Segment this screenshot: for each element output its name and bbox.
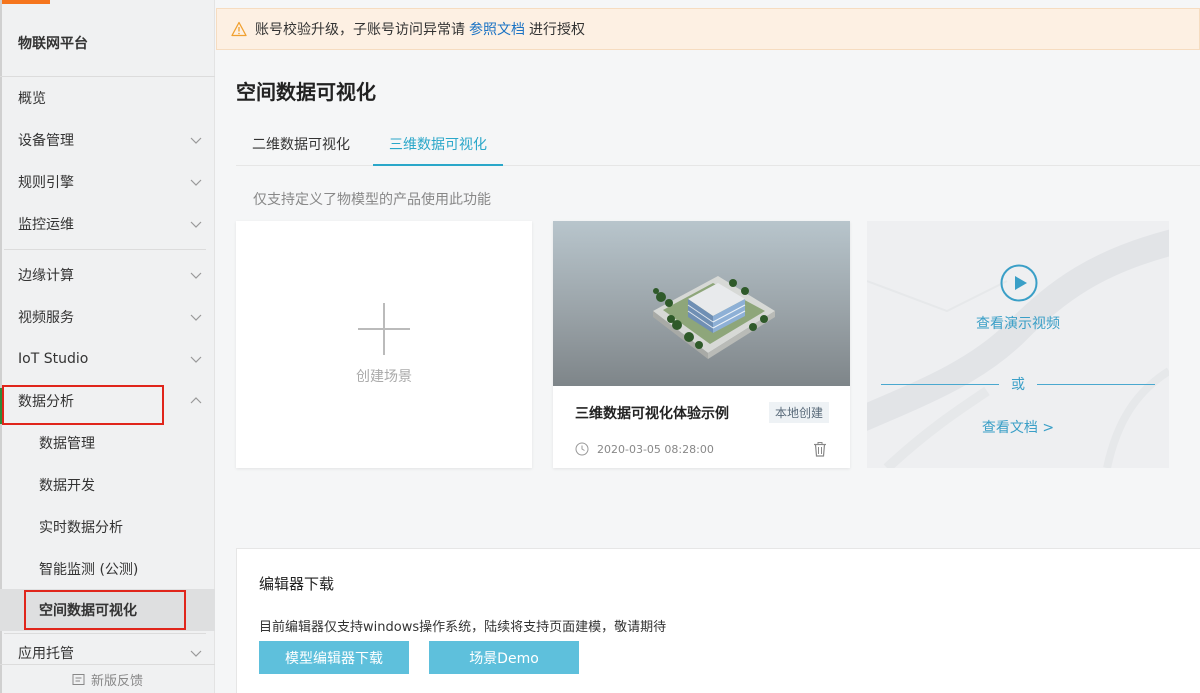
view-docs-link[interactable]: 查看文档 > xyxy=(867,417,1169,437)
scene-thumbnail[interactable] xyxy=(553,221,850,386)
plus-icon xyxy=(358,303,410,355)
sidebar-subitem-label: 数据管理 xyxy=(39,436,95,452)
download-editor-button[interactable]: 模型编辑器下载 xyxy=(259,641,409,674)
page-title: 空间数据可视化 xyxy=(236,80,376,104)
sidebar-item-monitoring[interactable]: 监控运维 xyxy=(0,203,215,245)
clock-icon xyxy=(575,442,589,456)
chevron-down-icon xyxy=(190,272,202,279)
scene-timestamp: 2020-03-05 08:28:00 xyxy=(575,442,714,456)
sidebar: 物联网平台 概览 设备管理 规则引擎 监控运维 边缘计算 视频服务 IoT St… xyxy=(0,0,215,693)
view-demo-video-link[interactable]: 查看演示视频 xyxy=(867,313,1169,333)
feedback-button[interactable]: 新版反馈 xyxy=(0,664,215,693)
sidebar-subitem-label: 空间数据可视化 xyxy=(39,603,137,619)
scene-card[interactable]: 三维数据可视化体验示例 本地创建 2020-03-05 08:28:00 xyxy=(553,221,850,468)
trash-icon[interactable] xyxy=(812,441,828,457)
divider xyxy=(4,249,206,250)
building-model-image xyxy=(653,276,775,359)
notice-text-after: 进行授权 xyxy=(529,22,585,38)
sidebar-item-rule-engine[interactable]: 规则引擎 xyxy=(0,161,215,203)
sidebar-item-label: 边缘计算 xyxy=(18,268,74,284)
sidebar-item-edge-computing[interactable]: 边缘计算 xyxy=(0,254,215,296)
chevron-up-icon xyxy=(190,397,202,404)
scene-demo-button[interactable]: 场景Demo xyxy=(429,641,579,674)
tab-bar: 二维数据可视化 三维数据可视化 xyxy=(236,126,1200,166)
sidebar-subitem-label: 实时数据分析 xyxy=(39,520,123,536)
or-text: 或 xyxy=(1011,377,1025,393)
create-scene-card[interactable]: 创建场景 xyxy=(236,221,532,468)
feedback-icon xyxy=(72,673,85,685)
demo-card: 查看演示视频 或 查看文档 > xyxy=(867,221,1169,468)
tab-2d-visualization[interactable]: 二维数据可视化 xyxy=(236,126,366,166)
notice-doc-link[interactable]: 参照文档 xyxy=(469,19,525,39)
sidebar-subitem-label: 智能监测 (公测) xyxy=(39,562,139,578)
sidebar-item-label: 概览 xyxy=(18,91,46,107)
sidebar-item-device-management[interactable]: 设备管理 xyxy=(0,119,215,161)
product-title: 物联网平台 xyxy=(18,36,88,52)
sidebar-subitem-label: 数据开发 xyxy=(39,478,95,494)
chevron-down-icon xyxy=(190,137,202,144)
chevron-down-icon xyxy=(190,650,202,657)
sidebar-subitem-spatial-visualization[interactable]: 空间数据可视化 xyxy=(0,589,215,631)
sidebar-item-label: 视频服务 xyxy=(18,310,74,326)
chevron-down-icon xyxy=(190,314,202,321)
feature-hint: 仅支持定义了物模型的产品使用此功能 xyxy=(253,192,491,208)
sidebar-item-label: 设备管理 xyxy=(18,133,74,149)
warning-icon xyxy=(231,21,247,37)
scene-time-text: 2020-03-05 08:28:00 xyxy=(597,442,714,456)
editor-title: 编辑器下载 xyxy=(259,575,335,593)
sidebar-item-label: 应用托管 xyxy=(18,646,74,662)
play-icon[interactable] xyxy=(1000,264,1038,302)
sidebar-item-label: 数据分析 xyxy=(18,394,74,410)
chevron-down-icon xyxy=(190,356,202,363)
chevron-down-icon xyxy=(190,179,202,186)
tab-3d-visualization[interactable]: 三维数据可视化 xyxy=(373,126,503,166)
sidebar-item-video-service[interactable]: 视频服务 xyxy=(0,296,215,338)
sidebar-item-label: 监控运维 xyxy=(18,217,74,233)
sidebar-subitem-realtime-analysis[interactable]: 实时数据分析 xyxy=(0,506,215,548)
sidebar-subitem-smart-monitoring[interactable]: 智能监测 (公测) xyxy=(0,548,215,590)
feedback-label: 新版反馈 xyxy=(90,673,143,689)
scene-badge: 本地创建 xyxy=(769,402,830,423)
sidebar-item-data-analysis[interactable]: 数据分析 xyxy=(0,380,215,422)
sidebar-item-iot-studio[interactable]: IoT Studio xyxy=(0,338,215,380)
notice-text: 账号校验升级，子账号访问异常请 xyxy=(255,22,465,38)
sidebar-subitem-data-development[interactable]: 数据开发 xyxy=(0,464,215,506)
scene-title: 三维数据可视化体验示例 xyxy=(575,406,729,422)
create-scene-label: 创建场景 xyxy=(356,369,412,385)
sidebar-subitem-data-management[interactable]: 数据管理 xyxy=(0,422,215,464)
chevron-down-icon xyxy=(190,221,202,228)
sidebar-item-label: 规则引擎 xyxy=(18,175,74,191)
sidebar-item-label: IoT Studio xyxy=(18,351,89,367)
brand-accent-bar xyxy=(0,0,50,4)
editor-description: 目前编辑器仅支持windows操作系统，陆续将支持页面建模，敬请期待 xyxy=(259,620,667,635)
active-section-marker xyxy=(0,388,3,424)
sidebar-item-overview[interactable]: 概览 xyxy=(0,77,215,119)
editor-download-panel: 编辑器下载 目前编辑器仅支持windows操作系统，陆续将支持页面建模，敬请期待… xyxy=(236,548,1200,693)
notice-banner: 账号校验升级，子账号访问异常请 参照文档 进行授权 xyxy=(216,8,1200,50)
